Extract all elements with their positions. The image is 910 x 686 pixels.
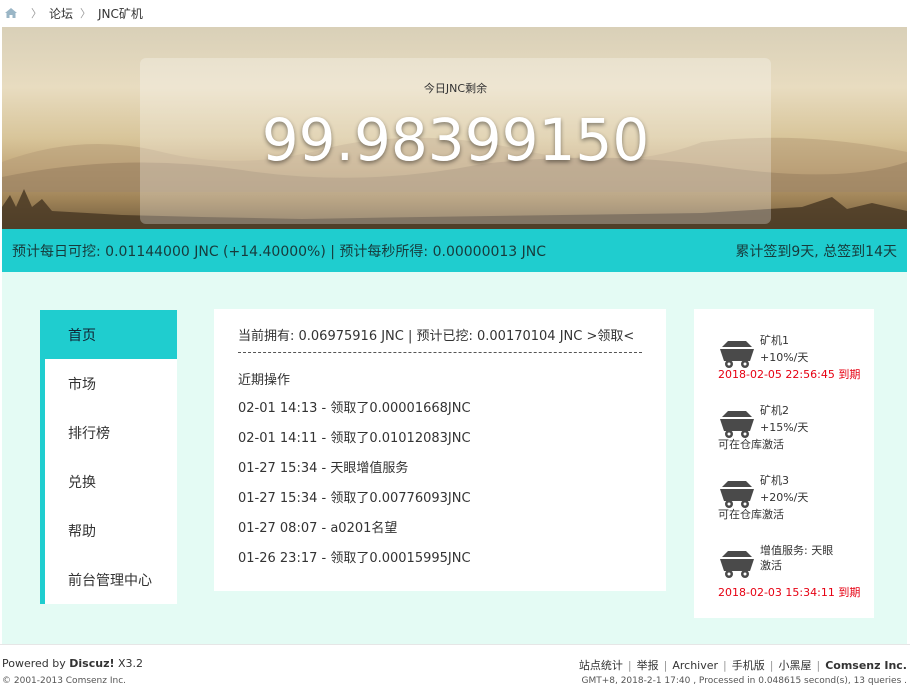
stats-bar: 预计每日可挖: 0.01144000 JNC (+14.40000%) | 预计… [2,229,907,272]
service-name: 增值服务: 天眼激活 [760,544,834,572]
home-icon[interactable] [4,7,18,19]
mine-cart-icon [720,411,754,438]
powered-by: Powered by Discuz! X3.2 [2,657,143,670]
breadcrumb-forum-link[interactable]: 论坛 [49,5,73,22]
balance-text: 当前拥有: 0.06975916 JNC | 预计已挖: 0.00170104 … [238,329,587,344]
hero-banner: 今日JNC剩余 99.98399150 [2,27,907,229]
log-item: 02-01 14:11 - 领取了0.01012083JNC [238,431,471,446]
footer-separator: | [723,658,727,672]
nav-item-help[interactable]: 帮助 [45,506,177,555]
machine-status: 可在仓库激活 [718,438,784,451]
remaining-panel: 今日JNC剩余 99.98399150 [140,58,771,224]
log-item: 02-01 14:13 - 领取了0.00001668JNC [238,401,471,416]
signin-summary: 累计签到9天, 总签到14天 [735,243,897,260]
breadcrumb: 〉 论坛 〉 JNC矿机 [0,0,910,26]
machine-rate: +10%/天 [760,351,809,364]
nav-item-admin[interactable]: 前台管理中心 [45,555,177,604]
footer-link-stats[interactable]: 站点统计 [579,657,623,673]
machine-name: 矿机1 [760,334,789,347]
remaining-value: 99.98399150 [261,106,650,174]
mine-cart-icon [720,481,754,508]
main-area: 首页 市场 排行榜 兑换 帮助 前台管理中心 当前拥有: 0.06975916 … [2,272,907,644]
footer-separator: | [769,658,774,672]
footer-link-report[interactable]: 举报 [637,657,659,673]
mine-cart-icon [720,341,754,368]
footer-separator: | [627,658,632,672]
nav-item-ranking[interactable]: 排行榜 [45,408,177,457]
footer-link-archiver[interactable]: Archiver [672,659,718,672]
log-item: 01-27 08:07 - a0201名望 [238,521,398,536]
breadcrumb-current-link[interactable]: JNC矿机 [98,5,143,22]
log-item: 01-27 15:34 - 天眼增值服务 [238,461,409,476]
nav-item-home[interactable]: 首页 [45,310,177,359]
footer-link-blackroom[interactable]: 小黑屋 [778,657,811,673]
footer-separator: | [816,658,821,672]
log-item: 01-26 23:17 - 领取了0.00015995JNC [238,551,471,566]
footer: Powered by Discuz! X3.2 © 2001-2013 Coms… [0,644,910,686]
powered-version: X3.2 [114,657,144,670]
machine-status: 2018-02-05 22:56:45 到期 [718,368,861,381]
machine-rate: +20%/天 [760,491,809,504]
service-status: 2018-02-03 15:34:11 到期 [718,586,861,599]
mine-cart-icon [720,551,754,578]
recent-title: 近期操作 [238,373,291,388]
recent-log-list: 02-01 14:13 - 领取了0.00001668JNC 02-01 14:… [238,394,642,574]
breadcrumb-separator: 〉 [31,7,42,20]
machine-name: 矿机3 [760,474,789,487]
account-panel: 当前拥有: 0.06975916 JNC | 预计已挖: 0.00170104 … [214,309,666,591]
machine-panel: 矿机1 +10%/天 2018-02-05 22:56:45 到期 矿机2 +1… [694,309,874,618]
machine-name: 矿机2 [760,404,789,417]
remaining-label: 今日JNC剩余 [423,82,488,95]
footer-separator: | [663,658,668,672]
mining-estimate: 预计每日可挖: 0.01144000 JNC (+14.40000%) | 预计… [12,243,547,260]
breadcrumb-separator: 〉 [80,7,92,20]
footer-link-comsenz[interactable]: Comsenz Inc. [825,659,907,672]
claim-link[interactable]: >领取< [586,329,634,344]
nav-item-market[interactable]: 市场 [45,359,177,408]
balance-line: 当前拥有: 0.06975916 JNC | 预计已挖: 0.00170104 … [238,325,642,353]
machine-status: 可在仓库激活 [718,508,784,521]
machine-rate: +15%/天 [760,421,809,434]
side-nav: 首页 市场 排行榜 兑换 帮助 前台管理中心 [40,310,177,604]
nav-item-exchange[interactable]: 兑换 [45,457,177,506]
discuz-link[interactable]: Discuz! [69,657,114,670]
footer-links: 站点统计 | 举报 | Archiver | 手机版 | 小黑屋 | Comsenz In… [579,657,907,673]
footer-link-mobile[interactable]: 手机版 [732,657,765,673]
log-item: 01-27 15:34 - 领取了0.00776093JNC [238,491,471,506]
powered-prefix: Powered by [2,657,70,670]
